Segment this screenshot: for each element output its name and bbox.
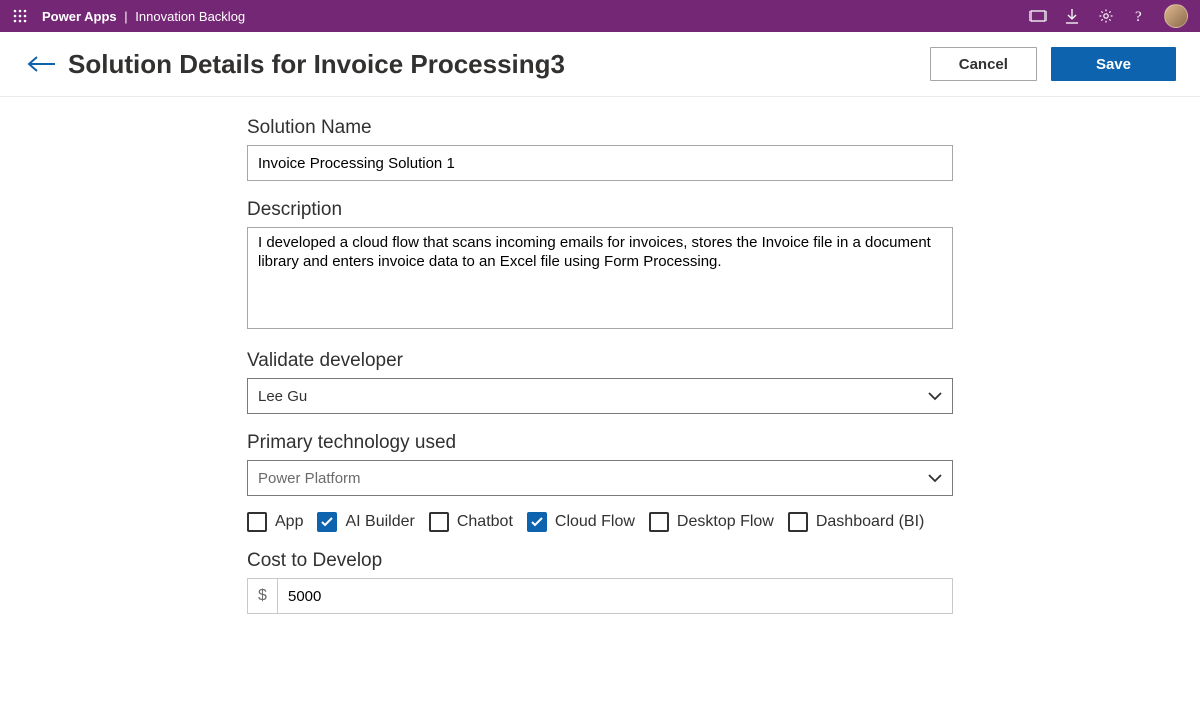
primary-tech-value: Power Platform (258, 470, 361, 487)
checkbox-label: Cloud Flow (555, 513, 635, 531)
cancel-button[interactable]: Cancel (930, 47, 1037, 81)
brand-sub: Innovation Backlog (135, 9, 245, 24)
checkbox-box (649, 512, 669, 532)
solution-name-label: Solution Name (247, 117, 953, 139)
checkbox-desktop-flow[interactable]: Desktop Flow (649, 512, 774, 532)
download-icon[interactable] (1062, 6, 1082, 26)
primary-tech-select[interactable]: Power Platform (247, 460, 953, 496)
primary-tech-label: Primary technology used (247, 432, 953, 454)
fit-to-screen-icon[interactable] (1028, 6, 1048, 26)
back-button[interactable] (24, 46, 60, 82)
brand-app: Power Apps (42, 9, 117, 24)
checkbox-label: Chatbot (457, 513, 513, 531)
checkbox-box (527, 512, 547, 532)
validate-developer-label: Validate developer (247, 350, 953, 372)
save-button[interactable]: Save (1051, 47, 1176, 81)
page-title: Solution Details for Invoice Processing3 (68, 49, 930, 80)
app-launcher-icon[interactable] (8, 4, 32, 28)
help-icon[interactable]: ? (1130, 6, 1150, 26)
settings-icon[interactable] (1096, 6, 1116, 26)
checkbox-label: Dashboard (BI) (816, 513, 925, 531)
checkbox-ai-builder[interactable]: AI Builder (317, 512, 414, 532)
avatar[interactable] (1164, 4, 1188, 28)
chevron-down-icon (928, 470, 942, 487)
brand-text: Power Apps | Innovation Backlog (42, 9, 245, 24)
validate-developer-value: Lee Gu (258, 388, 307, 405)
checkbox-label: AI Builder (345, 513, 414, 531)
chevron-down-icon (928, 388, 942, 405)
checkbox-chatbot[interactable]: Chatbot (429, 512, 513, 532)
page-header: Solution Details for Invoice Processing3… (0, 32, 1200, 97)
topbar-actions: ? (1028, 4, 1188, 28)
checkbox-box (247, 512, 267, 532)
checkbox-box (429, 512, 449, 532)
cost-row: $ (247, 578, 953, 614)
cost-input[interactable] (277, 578, 953, 614)
checkbox-label: Desktop Flow (677, 513, 774, 531)
checkbox-app[interactable]: App (247, 512, 303, 532)
cost-label: Cost to Develop (247, 550, 953, 572)
checkbox-dashboard[interactable]: Dashboard (BI) (788, 512, 925, 532)
checkbox-label: App (275, 513, 303, 531)
description-label: Description (247, 199, 953, 221)
description-input[interactable] (247, 227, 953, 329)
brand-separator: | (124, 9, 127, 24)
validate-developer-select[interactable]: Lee Gu (247, 378, 953, 414)
solution-form: Solution Name Description Validate devel… (247, 109, 953, 614)
checkbox-box (317, 512, 337, 532)
currency-symbol: $ (247, 578, 277, 614)
topbar: Power Apps | Innovation Backlog ? (0, 0, 1200, 32)
tech-checkboxes: App AI Builder Chatbot Cloud Flow Deskto… (247, 512, 953, 532)
svg-text:?: ? (1135, 9, 1142, 24)
checkbox-cloud-flow[interactable]: Cloud Flow (527, 512, 635, 532)
checkbox-box (788, 512, 808, 532)
solution-name-input[interactable] (247, 145, 953, 181)
